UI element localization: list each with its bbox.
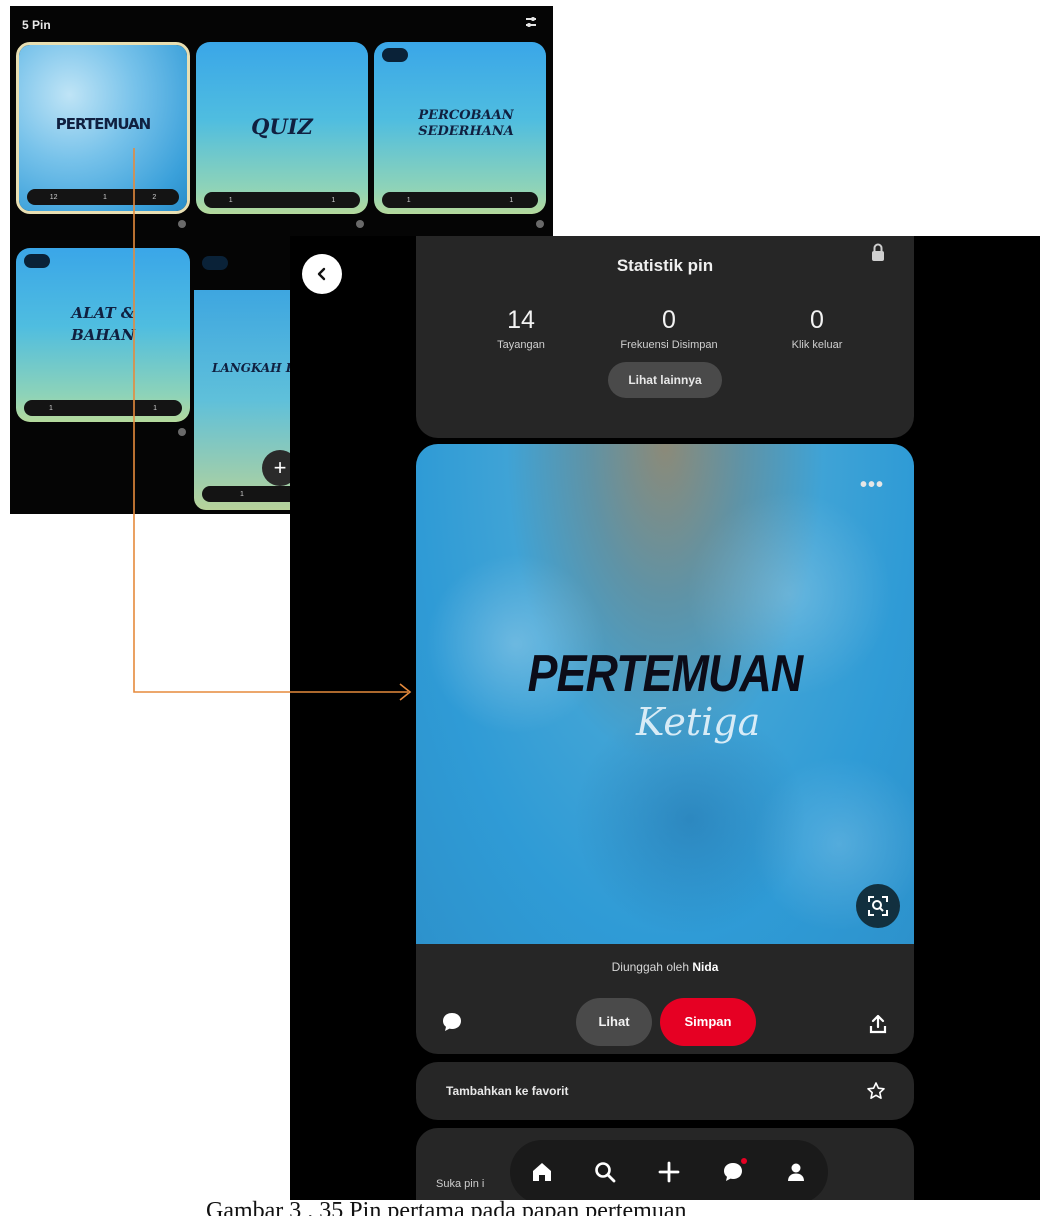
pin-badge: [24, 254, 50, 268]
notification-dot: [740, 1158, 747, 1164]
more-icon[interactable]: [536, 220, 544, 228]
pin-stats: 1 1: [204, 192, 360, 208]
chat-icon: [723, 1163, 742, 1181]
saves-stat: 1: [509, 196, 514, 204]
search-icon: [595, 1162, 616, 1183]
visual-search-button[interactable]: [856, 884, 900, 928]
nav-search[interactable]: [587, 1154, 623, 1190]
figure-caption: Gambar 3 . 35 Pin pertama pada papan per…: [206, 1198, 687, 1216]
nav-messages[interactable]: [715, 1154, 751, 1190]
comment-icon[interactable]: [440, 1010, 464, 1034]
pin-stats: 1 1: [382, 192, 538, 208]
metric-label: Frekuensi Disimpan: [620, 339, 718, 351]
chevron-left-icon: [317, 267, 326, 281]
views-stat: 1: [228, 196, 233, 204]
nav-home[interactable]: [524, 1154, 560, 1190]
more-icon[interactable]: [178, 428, 186, 436]
views-stat: 1: [240, 490, 244, 498]
nav-create[interactable]: [651, 1154, 687, 1190]
pin-badge: [202, 256, 228, 270]
more-icon[interactable]: [178, 220, 186, 228]
pin-stats-panel: Statistik pin 14 Tayangan 0 Frekuensi Di…: [416, 236, 914, 438]
metric-saves: 0 Frekuensi Disimpan: [594, 306, 744, 351]
stats-title: Statistik pin: [616, 256, 714, 275]
pin-count: 5 Pin: [22, 18, 51, 32]
pin-image-title: PERTEMUAN: [527, 645, 804, 703]
star-icon: [867, 1082, 885, 1099]
metric-value: 14: [507, 306, 535, 334]
more-icon[interactable]: [356, 220, 364, 228]
saves-stat: 1: [153, 404, 157, 412]
grid-header: 5 Pin: [10, 6, 553, 38]
uploader-prefix: Diunggah oleh: [611, 960, 690, 974]
saves-stat: 2: [152, 193, 157, 201]
views-stat: 1: [49, 404, 53, 412]
pin-card-pertemuan[interactable]: PERTEMUAN 12 1 2: [16, 42, 190, 214]
pin-card-quiz[interactable]: QUIZ 1 1: [196, 42, 368, 214]
pin-card-percobaan[interactable]: PERCOBAAN SEDERHANA 1 1: [374, 42, 546, 214]
more-options-icon[interactable]: •••: [860, 474, 884, 497]
back-button[interactable]: [302, 254, 342, 294]
see-more-button[interactable]: Lihat lainnya: [608, 362, 722, 398]
pin-image[interactable]: ••• PERTEMUAN Ketiga: [416, 444, 914, 944]
view-button[interactable]: Lihat: [576, 998, 652, 1046]
metric-value: 0: [662, 306, 676, 334]
pin-title: PERCOBAAN SEDERHANA: [418, 108, 514, 139]
lens-icon: [868, 896, 888, 916]
pin-image-subtitle: Ketiga: [636, 700, 761, 744]
pin-card-alat-bahan[interactable]: ALAT & BAHAN 1 1: [16, 248, 190, 422]
home-icon: [532, 1163, 551, 1181]
clicks-stat: 1: [102, 193, 107, 201]
nav-profile[interactable]: [778, 1154, 814, 1190]
uploader-info: Diunggah oleh Nida: [416, 960, 914, 974]
views-stat: 12: [49, 193, 58, 201]
metric-views: 14 Tayangan: [446, 306, 596, 351]
metric-label: Tayangan: [497, 339, 545, 351]
pin-stats: 12 1 2: [27, 189, 179, 205]
metric-value: 0: [810, 306, 824, 334]
saves-stat: 1: [331, 196, 336, 204]
lock-icon: [872, 243, 884, 261]
save-button[interactable]: Simpan: [660, 998, 756, 1046]
plus-icon: [658, 1161, 680, 1183]
profile-icon: [788, 1163, 805, 1181]
pin-detail-screenshot: Statistik pin 14 Tayangan 0 Frekuensi Di…: [290, 236, 1040, 1200]
add-to-favorites-row[interactable]: Tambahkan ke favorit: [416, 1062, 914, 1120]
sort-icon[interactable]: [523, 14, 539, 30]
metric-outbound-clicks: 0 Klik keluar: [742, 306, 892, 351]
uploader-name[interactable]: Nida: [692, 960, 718, 974]
views-stat: 1: [406, 196, 411, 204]
bottom-panel-label: Suka pin i: [436, 1178, 485, 1190]
share-icon[interactable]: [868, 1014, 888, 1034]
bottom-navigation: [510, 1140, 828, 1200]
pin-action-panel: Diunggah oleh Nida Lihat Simpan: [416, 944, 914, 1054]
metric-label: Klik keluar: [791, 339, 843, 351]
pin-badge: [382, 48, 408, 62]
pin-stats: 1 1: [24, 400, 182, 416]
add-to-favorites-label: Tambahkan ke favorit: [446, 1084, 569, 1098]
pin-title: QUIZ: [251, 114, 313, 139]
pin-title: ALAT & BAHAN: [71, 304, 135, 344]
pin-title: PERTEMUAN: [55, 115, 151, 133]
